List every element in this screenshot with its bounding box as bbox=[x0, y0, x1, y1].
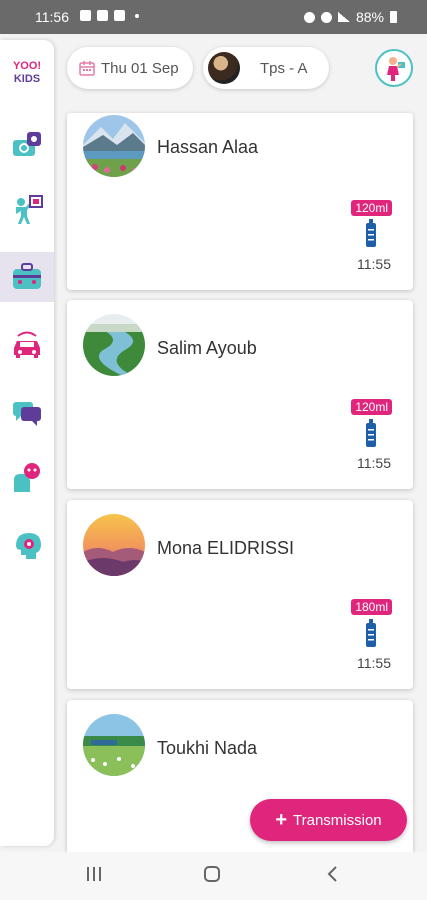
class-label: Tps - A bbox=[260, 59, 308, 77]
child-avatar bbox=[83, 115, 145, 177]
time-label: 11:55 bbox=[357, 256, 391, 272]
add-transmission-button[interactable]: + Transmission bbox=[250, 799, 407, 841]
mountain-lake-photo bbox=[83, 115, 145, 177]
bag-icon bbox=[13, 263, 41, 289]
child-card[interactable]: Mona ELIDRISSI 180ml 11:55 bbox=[67, 500, 413, 689]
child-avatar bbox=[83, 714, 145, 776]
profile-button[interactable] bbox=[375, 49, 413, 87]
dot-icon bbox=[135, 13, 139, 18]
system-icons: 88% bbox=[303, 9, 397, 25]
chat-icon bbox=[13, 402, 41, 426]
child-avatar bbox=[83, 314, 145, 376]
river-valley-photo bbox=[83, 314, 145, 376]
brain-icon bbox=[16, 533, 41, 559]
status-time: 11:56 bbox=[35, 9, 69, 25]
teacher-avatar-icon bbox=[387, 57, 405, 81]
sidebar-item-messages[interactable] bbox=[0, 387, 54, 437]
logo-line1: YOO! bbox=[12, 60, 42, 72]
transmission-label: Transmission bbox=[293, 811, 382, 829]
bottle-icon bbox=[366, 419, 376, 447]
quantity-badge: 120ml bbox=[351, 200, 392, 216]
class-selector[interactable]: Tps - A bbox=[203, 47, 329, 89]
home-icon[interactable] bbox=[203, 865, 221, 883]
child-name: Toukhi Nada bbox=[157, 738, 258, 758]
recent-apps-icon[interactable] bbox=[85, 865, 103, 883]
child-board-icon bbox=[16, 195, 43, 224]
wifi-icon bbox=[320, 11, 332, 23]
bottle-icon bbox=[366, 619, 376, 647]
app-logo[interactable]: YOO! KIDS bbox=[8, 60, 46, 90]
message-icon bbox=[114, 10, 125, 21]
class-avatar bbox=[208, 52, 240, 84]
hand-heart-icon bbox=[14, 463, 40, 492]
system-nav-bar bbox=[0, 852, 427, 900]
logo-line2: KIDS bbox=[13, 73, 41, 85]
signal-icon bbox=[337, 12, 350, 22]
notification-icons bbox=[80, 10, 139, 21]
back-icon[interactable] bbox=[324, 865, 342, 883]
child-card[interactable]: Hassan Alaa 120ml 11:55 bbox=[67, 113, 413, 290]
scissors-icon bbox=[97, 10, 108, 21]
sidebar-item-activities[interactable] bbox=[0, 185, 54, 235]
child-card[interactable]: Salim Ayoub 120ml 11:55 bbox=[67, 300, 413, 489]
car-icon bbox=[14, 331, 40, 358]
child-name: Salim Ayoub bbox=[157, 338, 257, 358]
camera-icon bbox=[13, 132, 41, 156]
time-label: 11:55 bbox=[357, 655, 391, 671]
quantity-badge: 120ml bbox=[351, 399, 392, 415]
image-icon bbox=[80, 10, 91, 21]
status-bar: 11:56 88% bbox=[0, 0, 427, 34]
calendar-icon bbox=[79, 61, 95, 76]
date-selector[interactable]: Thu 01 Sep bbox=[67, 47, 193, 89]
sidebar: YOO! KIDS bbox=[0, 40, 54, 846]
sidebar-item-development[interactable] bbox=[0, 520, 54, 570]
battery-percent: 88% bbox=[355, 9, 384, 25]
meadow-photo bbox=[83, 714, 145, 776]
alarm-icon bbox=[303, 11, 315, 23]
child-name: Mona ELIDRISSI bbox=[157, 538, 295, 558]
time-label: 11:55 bbox=[357, 455, 391, 471]
sidebar-item-transport[interactable] bbox=[0, 320, 54, 370]
sidebar-item-kit[interactable] bbox=[0, 252, 54, 302]
date-label: Thu 01 Sep bbox=[101, 59, 179, 77]
bottle-icon bbox=[366, 219, 376, 247]
battery-icon bbox=[390, 11, 397, 23]
sidebar-item-feelings[interactable] bbox=[0, 453, 54, 503]
sidebar-item-photos[interactable] bbox=[0, 120, 54, 170]
quantity-badge: 180ml bbox=[351, 599, 392, 615]
sunset-hills-photo bbox=[83, 514, 145, 576]
child-name: Hassan Alaa bbox=[157, 137, 259, 157]
plus-icon: + bbox=[275, 809, 288, 831]
child-avatar bbox=[83, 514, 145, 576]
